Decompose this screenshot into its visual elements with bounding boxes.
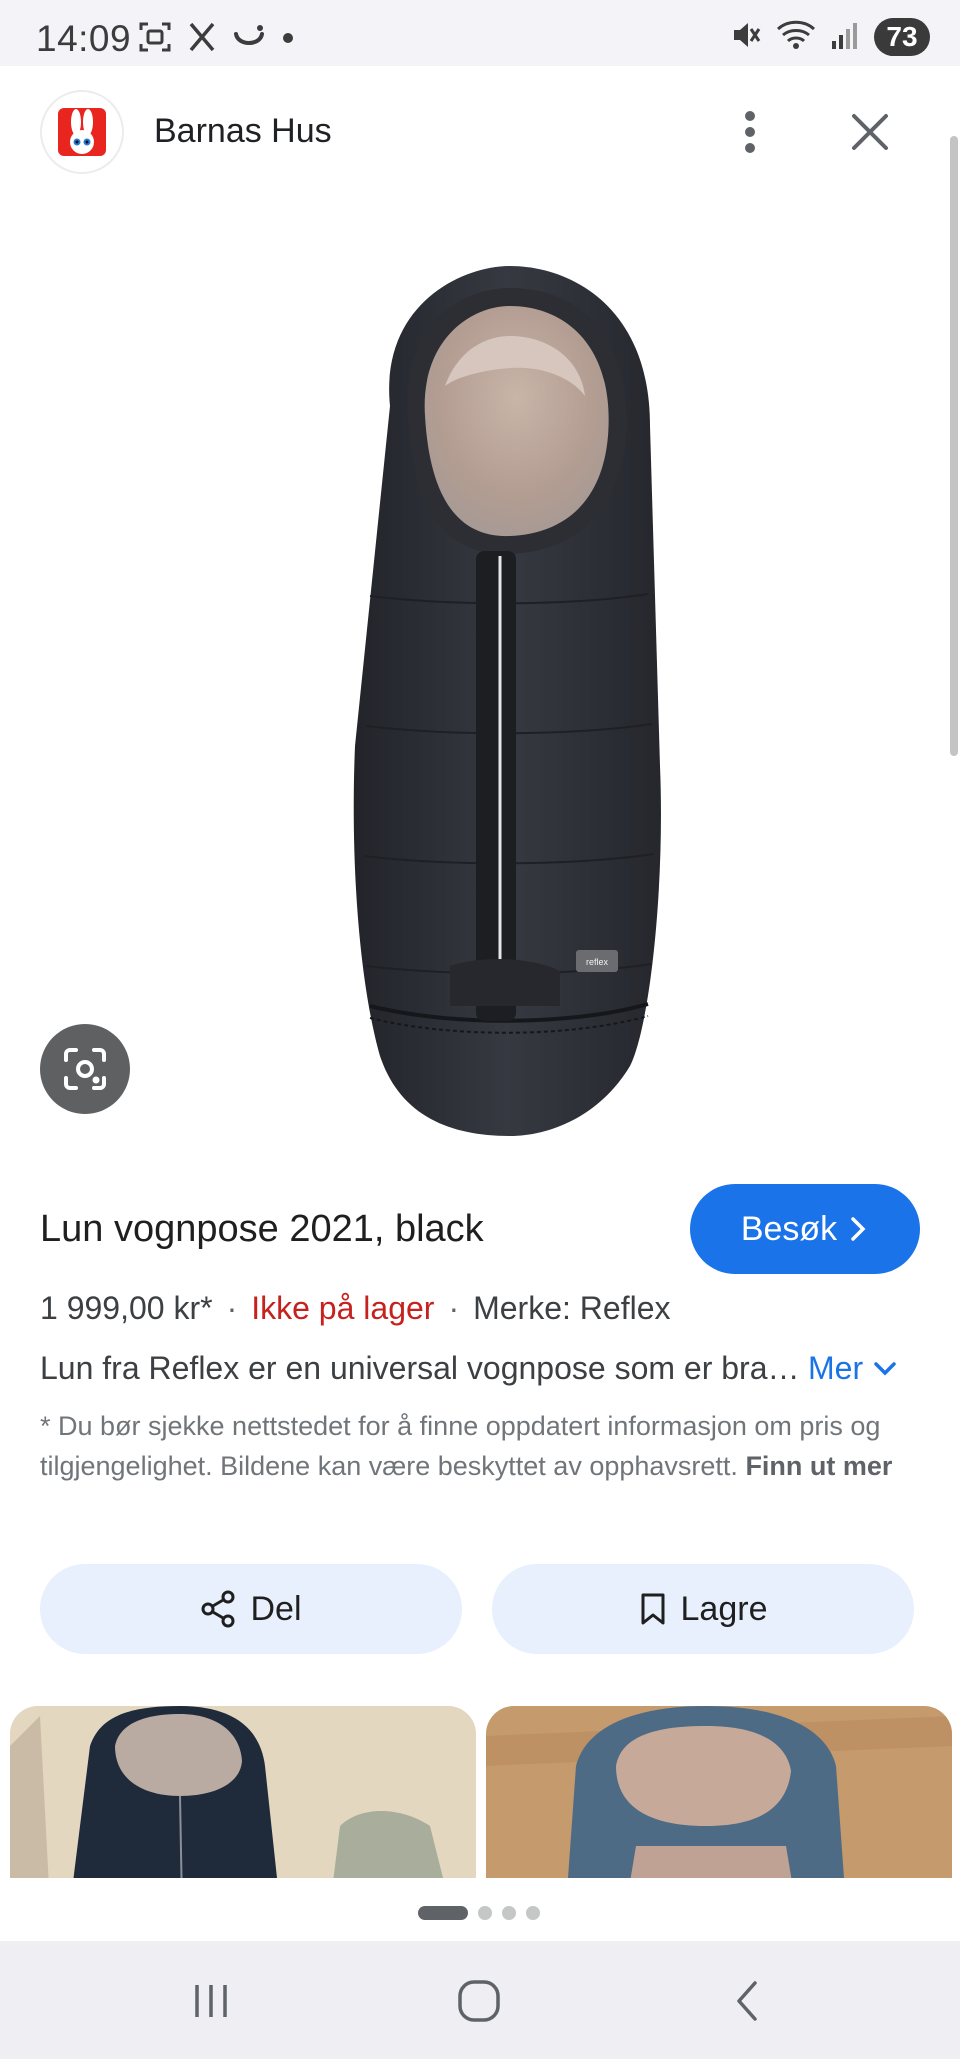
pager-dot[interactable] <box>502 1906 516 1920</box>
related-images <box>10 1706 960 1878</box>
chevron-down-icon <box>874 1361 896 1375</box>
bunny-logo-icon <box>58 108 106 156</box>
home-icon <box>458 1980 500 2022</box>
related-image-card[interactable] <box>10 1706 476 1878</box>
pager-dot[interactable] <box>526 1906 540 1920</box>
scrollbar[interactable] <box>950 136 958 756</box>
screenshot-icon <box>138 20 172 59</box>
more-vert-icon <box>745 111 755 153</box>
wifi-icon <box>776 19 816 56</box>
site-name[interactable]: Barnas Hus <box>154 112 332 151</box>
related-image-card[interactable] <box>486 1706 952 1878</box>
visit-button[interactable]: Besøk <box>690 1184 920 1274</box>
system-nav-bar <box>0 1941 960 2059</box>
separator-dot: · <box>448 1290 460 1326</box>
mute-icon <box>730 19 762 56</box>
recents-icon <box>195 1985 227 2017</box>
lens-icon <box>64 1048 106 1090</box>
back-button[interactable] <box>712 1971 782 2031</box>
carousel-pager <box>418 1906 540 1920</box>
product-title: Lun vognpose 2021, black <box>40 1208 484 1250</box>
x-icon <box>188 21 216 58</box>
brand-badge: reflex <box>586 957 609 967</box>
stock-status: Ikke på lager <box>251 1290 435 1326</box>
site-logo[interactable] <box>40 90 124 174</box>
separator-dot: · <box>226 1290 238 1326</box>
status-bar: 14:09 73 <box>0 0 960 66</box>
product-description: Lun fra Reflex er en universal vognpose … <box>40 1350 800 1386</box>
disclaimer: * Du bør sjekke nettstedet for å finne o… <box>40 1406 920 1486</box>
share-button[interactable]: Del <box>40 1564 462 1654</box>
product-meta: 1 999,00 kr* · Ikke på lager · Merke: Re… <box>40 1290 670 1327</box>
share-icon <box>201 1590 235 1628</box>
recents-button[interactable] <box>176 1971 246 2031</box>
back-icon <box>737 1981 757 2021</box>
related-image <box>10 1706 476 1878</box>
signal-icon <box>830 19 860 56</box>
pager-dot-active[interactable] <box>418 1906 468 1920</box>
share-label: Del <box>250 1589 302 1628</box>
chevron-right-icon <box>851 1217 866 1241</box>
status-time: 14:09 <box>36 18 132 59</box>
battery-indicator: 73 <box>874 18 930 56</box>
product-sheet: Barnas Hus reflex Lun vognpose 2021, bla… <box>0 66 960 1941</box>
lens-search-button[interactable] <box>40 1024 130 1114</box>
smile-icon <box>232 22 266 57</box>
dot-icon <box>282 31 294 49</box>
pager-dot[interactable] <box>478 1906 492 1920</box>
status-icons-left <box>138 20 294 59</box>
sheet-header: Barnas Hus <box>0 66 960 196</box>
description-row: Lun fra Reflex er en universal vognpose … <box>40 1350 920 1396</box>
more-description-button[interactable]: Mer <box>808 1350 897 1387</box>
learn-more-link[interactable]: Finn ut mer <box>745 1451 892 1481</box>
more-options-button[interactable] <box>724 104 776 160</box>
bookmark-icon <box>641 1593 665 1625</box>
product-price: 1 999,00 kr* <box>40 1290 213 1326</box>
home-button[interactable] <box>444 1971 514 2031</box>
close-icon <box>852 114 888 150</box>
more-label: Mer <box>808 1350 864 1386</box>
status-icons-right: 73 <box>730 18 930 56</box>
save-button[interactable]: Lagre <box>492 1564 914 1654</box>
close-button[interactable] <box>842 104 898 160</box>
product-brand: Merke: Reflex <box>473 1290 671 1326</box>
save-label: Lagre <box>680 1589 768 1628</box>
visit-label: Besøk <box>740 1209 838 1248</box>
product-image[interactable]: reflex <box>330 266 690 1166</box>
related-image <box>486 1706 952 1878</box>
